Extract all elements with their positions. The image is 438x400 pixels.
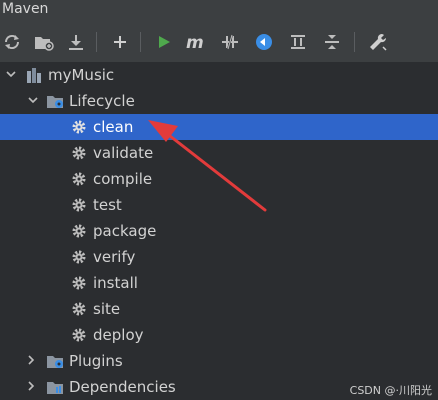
maven-tool-window: Maven m myMusic Lifecycle clean validate…	[0, 0, 438, 400]
title-bar: Maven	[0, 0, 438, 23]
lifecycle-label: Lifecycle	[69, 92, 135, 110]
run-icon[interactable]	[152, 30, 176, 54]
chevron-right-icon[interactable]	[26, 355, 36, 365]
folder-gear-icon	[47, 356, 63, 368]
gear-icon	[72, 250, 86, 264]
maven-module-icon	[27, 68, 41, 83]
reload-icon[interactable]	[0, 30, 24, 54]
settings-icon[interactable]	[366, 30, 390, 54]
toolbar: m	[0, 22, 438, 63]
tree-node-goal-site[interactable]: site	[0, 296, 438, 322]
folder-gear-icon	[47, 96, 63, 108]
goal-label: install	[93, 274, 138, 292]
tree-node-goal-verify[interactable]: verify	[0, 244, 438, 270]
project-label: myMusic	[48, 66, 115, 84]
gear-icon	[72, 172, 86, 186]
folder-library-icon	[47, 382, 63, 394]
gear-icon	[72, 198, 86, 212]
gear-icon	[72, 120, 86, 134]
add-project-icon[interactable]	[32, 30, 56, 54]
goal-label: deploy	[93, 326, 144, 344]
watermark: CSDN @·川阳光	[349, 384, 432, 397]
maven-project-tree: myMusic Lifecycle clean validate compile…	[0, 62, 438, 400]
tree-node-goal-package[interactable]: package	[0, 218, 438, 244]
dependencies-label: Dependencies	[69, 378, 176, 396]
tree-node-goal-install[interactable]: install	[0, 270, 438, 296]
toggle-offline-icon[interactable]	[218, 30, 242, 54]
gear-icon	[72, 224, 86, 238]
gear-icon	[72, 146, 86, 160]
gear-icon	[72, 302, 86, 316]
tree-node-goal-compile[interactable]: compile	[0, 166, 438, 192]
tree-node-goal-deploy[interactable]: deploy	[0, 322, 438, 348]
toolbar-separator	[96, 32, 97, 52]
skip-tests-icon[interactable]	[252, 30, 276, 54]
tree-node-lifecycle[interactable]: Lifecycle	[0, 88, 438, 114]
goal-label: validate	[93, 144, 154, 162]
tree-node-project[interactable]: myMusic	[0, 62, 438, 88]
show-dependencies-icon[interactable]	[286, 30, 310, 54]
plus-icon[interactable]	[108, 30, 132, 54]
toolbar-separator	[140, 32, 141, 52]
svg-text:m: m	[186, 33, 204, 51]
tree-node-plugins[interactable]: Plugins	[0, 348, 438, 374]
goal-label: package	[93, 222, 157, 240]
plugins-label: Plugins	[69, 352, 123, 370]
download-icon[interactable]	[64, 30, 88, 54]
window-title: Maven	[2, 1, 49, 17]
goal-label: site	[93, 300, 121, 318]
tree-node-goal-validate[interactable]: validate	[0, 140, 438, 166]
gear-icon	[72, 328, 86, 342]
goal-label: clean	[93, 118, 134, 136]
collapse-all-icon[interactable]	[320, 30, 344, 54]
gear-icon	[72, 276, 86, 290]
goal-label: verify	[93, 248, 136, 266]
toolbar-separator	[354, 32, 355, 52]
tree-node-goal-test[interactable]: test	[0, 192, 438, 218]
execute-goal-icon[interactable]: m	[184, 30, 208, 54]
goal-label: test	[93, 196, 122, 214]
goal-label: compile	[93, 170, 153, 188]
chevron-down-icon[interactable]	[6, 69, 16, 79]
tree-node-goal-clean[interactable]: clean	[0, 114, 438, 140]
chevron-down-icon[interactable]	[28, 95, 38, 105]
chevron-right-icon[interactable]	[26, 381, 36, 391]
